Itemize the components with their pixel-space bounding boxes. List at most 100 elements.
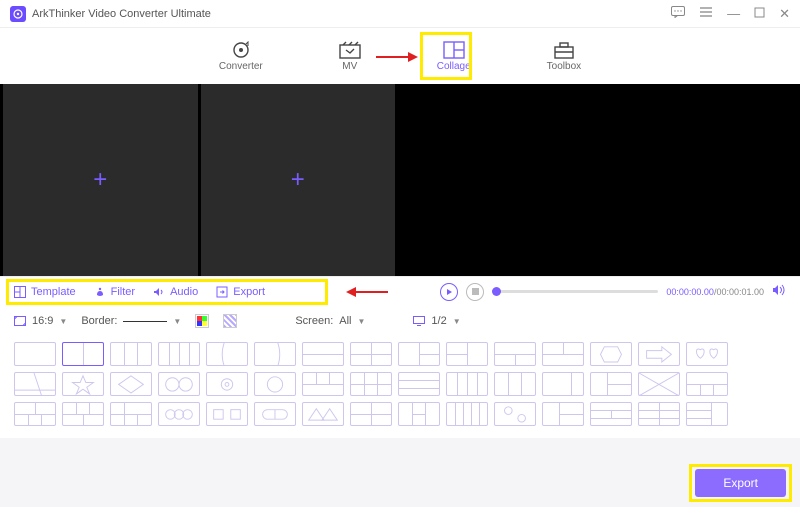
tpl-3col[interactable] (110, 342, 152, 366)
playback-controls: 00:00:00.00/00:00:01.00 (440, 283, 800, 301)
filter-icon (94, 286, 106, 298)
tpl-arrow[interactable] (638, 342, 680, 366)
add-media-slot-1[interactable]: + (3, 84, 198, 276)
templates-grid (0, 336, 800, 438)
red-arrow-annotation (374, 50, 418, 64)
tpl-gear[interactable] (206, 372, 248, 396)
toolbox-icon (553, 41, 575, 59)
nav-collage[interactable]: Collage (429, 37, 479, 76)
chevron-down-icon: ▼ (358, 317, 366, 326)
mv-icon (339, 41, 361, 59)
tpl-trapez[interactable] (14, 372, 56, 396)
tpl-3col-b[interactable] (494, 372, 536, 396)
tpl-1-2r[interactable] (398, 342, 440, 366)
tpl-curve-l[interactable] (206, 342, 248, 366)
tpl-2t-1b[interactable] (542, 342, 584, 366)
preview-slot-2 (605, 84, 798, 276)
collage-icon (443, 41, 465, 59)
tpl-3circ[interactable] (158, 402, 200, 426)
tpl-hearts[interactable] (686, 342, 728, 366)
time-duration: 00:00:01.00 (716, 287, 764, 297)
time-current: 00:00:00.00 (666, 287, 714, 297)
tabs-row: Template Filter Audio Export 00:00:00.00… (0, 276, 800, 306)
nav-converter[interactable]: Converter (211, 37, 271, 76)
chevron-down-icon: ▼ (173, 317, 181, 326)
tpl-1l-2r-b[interactable] (542, 402, 584, 426)
tab-template[interactable]: Template (14, 286, 76, 298)
tab-filter[interactable]: Filter (94, 286, 135, 298)
tpl-2tri[interactable] (302, 402, 344, 426)
screen-dropdown[interactable]: Screen: All ▼ (295, 315, 365, 327)
tpl-2sq[interactable] (206, 402, 248, 426)
tpl-offset[interactable] (590, 372, 632, 396)
tpl-pill[interactable] (254, 402, 296, 426)
export-icon (216, 286, 228, 298)
tpl-4col-b[interactable] (446, 372, 488, 396)
tpl-strip[interactable] (590, 402, 632, 426)
tpl-5col[interactable] (446, 402, 488, 426)
pattern-picker[interactable] (223, 314, 237, 328)
screen-icon (413, 316, 425, 326)
tpl-3row[interactable] (398, 372, 440, 396)
tpl-2x2-b[interactable] (350, 402, 392, 426)
color-picker[interactable] (195, 314, 209, 328)
titlebar: ArkThinker Video Converter Ultimate — ✕ (0, 0, 800, 28)
template-icon (14, 286, 26, 298)
tpl-brick2[interactable] (62, 402, 104, 426)
tpl-circ[interactable] (254, 372, 296, 396)
minimize-button[interactable]: — (727, 6, 740, 21)
tpl-6cell[interactable] (638, 402, 680, 426)
preview-slot-1 (409, 84, 602, 276)
tpl-dots[interactable] (494, 402, 536, 426)
tpl-2top[interactable] (398, 402, 440, 426)
tpl-star[interactable] (62, 372, 104, 396)
tpl-2col[interactable] (62, 342, 104, 366)
tpl-1t-2b[interactable] (494, 342, 536, 366)
tpl-3t-1b[interactable] (302, 372, 344, 396)
timeline-slider[interactable] (492, 290, 658, 293)
tpl-2row[interactable] (302, 342, 344, 366)
tpl-4col[interactable] (158, 342, 200, 366)
nav-toolbox[interactable]: Toolbox (539, 37, 589, 76)
play-button[interactable] (440, 283, 458, 301)
aspect-dropdown[interactable]: 16:9 ▼ (14, 315, 67, 327)
tpl-brick[interactable] (14, 402, 56, 426)
tpl-1-thin[interactable] (542, 372, 584, 396)
export-button[interactable]: Export (695, 469, 786, 497)
stop-button[interactable] (466, 283, 484, 301)
nav-mv[interactable]: MV (331, 37, 369, 76)
close-button[interactable]: ✕ (779, 6, 790, 22)
top-nav: Converter MV Collage Toolbox (0, 28, 800, 84)
red-arrow-annotation (340, 285, 390, 299)
tpl-single[interactable] (14, 342, 56, 366)
tpl-1t-3b[interactable] (686, 372, 728, 396)
aspect-icon (14, 316, 26, 326)
tpl-2x3[interactable] (350, 372, 392, 396)
tpl-3l[interactable] (686, 402, 728, 426)
add-media-slot-2[interactable]: + (201, 84, 396, 276)
template-options: 16:9 ▼ Border: ▼ Screen: All ▼ 1/2 ▼ (0, 306, 800, 336)
footer: Export (695, 469, 786, 497)
page-dropdown[interactable]: 1/2 ▼ (413, 315, 460, 327)
tpl-curve-r[interactable] (254, 342, 296, 366)
tpl-2circ[interactable] (158, 372, 200, 396)
menu-icon[interactable] (699, 6, 713, 21)
tab-audio[interactable]: Audio (153, 286, 198, 298)
tpl-2l-1[interactable] (446, 342, 488, 366)
feedback-icon[interactable] (671, 6, 685, 21)
audio-icon (153, 286, 165, 298)
collage-canvas: + + (0, 84, 398, 276)
volume-icon[interactable] (772, 284, 786, 299)
tpl-2x2[interactable] (350, 342, 392, 366)
tpl-diamond[interactable] (110, 372, 152, 396)
tpl-hex[interactable] (590, 342, 632, 366)
app-title: ArkThinker Video Converter Ultimate (32, 8, 671, 20)
tpl-5cell[interactable] (110, 402, 152, 426)
chevron-down-icon: ▼ (59, 317, 67, 326)
tpl-4way[interactable] (638, 372, 680, 396)
converter-icon (230, 41, 252, 59)
maximize-button[interactable] (754, 6, 765, 21)
tab-export[interactable]: Export (216, 286, 265, 298)
chevron-down-icon: ▼ (453, 317, 461, 326)
border-control[interactable]: Border: ▼ (81, 315, 181, 327)
